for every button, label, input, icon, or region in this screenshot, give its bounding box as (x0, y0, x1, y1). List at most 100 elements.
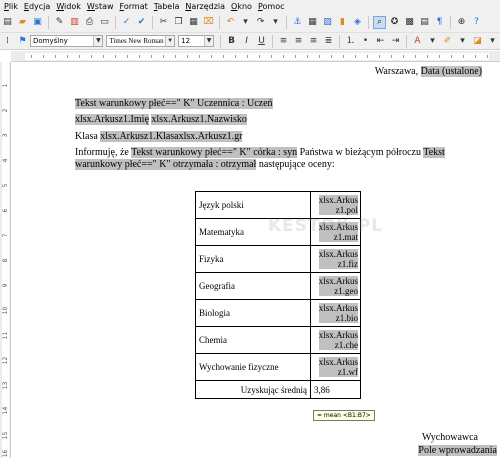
grade-cell[interactable]: xlsx.Arkus z1.che (310, 326, 361, 354)
redo-icon[interactable]: ↷ (255, 17, 266, 28)
date-field[interactable]: Data (ustalone) (420, 66, 482, 77)
format-paintbrush-icon[interactable]: ⌧ (203, 17, 214, 28)
background-color-dropdown-icon[interactable]: ▾ (487, 36, 498, 47)
table-row[interactable]: Biologia xlsx.Arkus z1.bio (195, 299, 361, 327)
inform-line-2[interactable]: warunkowy płeć==" K" otrzymała : otrzyma… (75, 159, 335, 170)
place-date-line[interactable]: Warszawa, Data (ustalone) (375, 66, 482, 77)
show-draw-functions-icon[interactable]: ◈ (352, 17, 363, 28)
menu-format[interactable]: Format (120, 2, 148, 11)
average-value[interactable]: 3,86 (310, 380, 361, 399)
help-icon[interactable]: ? (471, 17, 482, 28)
image-icon[interactable]: ▧ (322, 17, 333, 28)
undo-dropdown-icon[interactable]: ▾ (240, 17, 251, 28)
align-right-icon[interactable]: ≡ (308, 36, 319, 47)
grade-field[interactable]: xlsx.Arkus z1.pol (318, 195, 358, 215)
grade-cell[interactable]: xlsx.Arkus z1.geo (310, 272, 361, 300)
subject-cell[interactable]: Geografia (195, 272, 311, 300)
redo-dropdown-icon[interactable]: ▾ (270, 17, 281, 28)
subject-cell[interactable]: Fizyka (195, 245, 311, 273)
chevron-down-icon[interactable]: ▼ (165, 36, 175, 46)
highlight-icon[interactable]: ✐ (442, 36, 453, 47)
table-row[interactable]: Fizyka xlsx.Arkus z1.fiz (195, 245, 361, 273)
chart-icon[interactable]: ▮ (337, 17, 348, 28)
save-icon[interactable]: ▣ (32, 17, 43, 28)
conditional-text-field[interactable]: Tekst (423, 147, 445, 158)
menu-help[interactable]: Pomoc (258, 2, 285, 11)
open-icon[interactable]: ▰ (17, 17, 28, 28)
grade-field[interactable]: xlsx.Arkus z1.che (318, 330, 358, 350)
zoom-icon[interactable]: ⊕ (456, 17, 467, 28)
average-row[interactable]: Uzyskując średnią 3,86 (195, 380, 361, 399)
decrease-indent-icon[interactable]: ⇤ (375, 36, 386, 47)
signature-line[interactable]: Pole wprowadzania (418, 445, 497, 456)
grade-field[interactable]: xlsx.Arkus z1.geo (318, 276, 358, 296)
menu-edit[interactable]: Edycja (24, 2, 50, 11)
vertical-ruler[interactable]: 1 2 3 4 5 6 7 8 9 10 11 12 13 14 15 16 (0, 62, 11, 458)
find-replace-icon[interactable]: ⌕ (373, 16, 386, 29)
table-row[interactable]: Chemia xlsx.Arkus z1.che (195, 326, 361, 354)
table-row[interactable]: Wychowanie fizyczne xlsx.Arkus z1.wf (195, 353, 361, 381)
data-sources-icon[interactable]: ▤ (419, 17, 430, 28)
menu-insert[interactable]: Wstaw (87, 2, 114, 11)
grade-cell[interactable]: xlsx.Arkus z1.fiz (310, 245, 361, 273)
menu-file[interactable]: Plik (4, 2, 18, 11)
edit-document-icon[interactable]: ✎ (54, 17, 65, 28)
print-icon[interactable]: ⎙ (84, 17, 95, 28)
increase-indent-icon[interactable]: ⇥ (390, 36, 401, 47)
page-preview-icon[interactable]: ▭ (99, 17, 110, 28)
grade-field[interactable]: xlsx.Arkus z1.wf (318, 357, 358, 377)
bold-icon[interactable]: B (226, 36, 237, 47)
new-document-icon[interactable]: ▤ (2, 17, 13, 28)
grade-field[interactable]: xlsx.Arkus z1.fiz (318, 249, 358, 269)
font-color-dropdown-icon[interactable]: ▾ (427, 36, 438, 47)
class-field[interactable]: xlsx.Arkusz1.Klasaxlsx.Arkusz1.gr (100, 131, 243, 142)
menu-view[interactable]: Widok (56, 2, 81, 11)
bullets-icon[interactable]: • (360, 36, 371, 47)
conditional-text-field[interactable]: Tekst warunkowy płeć==" K" córka : syn (131, 147, 298, 158)
input-field[interactable]: Pole wprowadzania (418, 445, 497, 456)
salutation-line[interactable]: Tekst warunkowy płeć==" K" Uczennica : U… (75, 98, 273, 109)
name-line[interactable]: xlsx.Arkusz1.Imię xlsx.Arkusz1.Nazwisko (75, 114, 247, 125)
grade-cell[interactable]: xlsx.Arkus z1.pol (310, 191, 361, 219)
inform-line[interactable]: Informuję, że Tekst warunkowy płeć==" K"… (75, 147, 445, 158)
justify-icon[interactable]: ≣ (323, 36, 334, 47)
italic-icon[interactable]: I (241, 36, 252, 47)
table-row[interactable]: Geografia xlsx.Arkus z1.geo (195, 272, 361, 300)
horizontal-ruler[interactable] (11, 51, 500, 62)
underline-icon[interactable]: U (256, 36, 267, 47)
menu-window[interactable]: Okno (231, 2, 252, 11)
numbering-icon[interactable]: ⒈ (345, 36, 356, 47)
subject-cell[interactable]: Język polski (195, 191, 311, 219)
chevron-down-icon[interactable]: ▼ (93, 36, 103, 46)
formatting-marks-icon[interactable]: ¶ (434, 17, 445, 28)
styles-icon[interactable]: ⚑ (17, 36, 28, 47)
menu-tools[interactable]: Narzędzia (185, 2, 225, 11)
table-icon[interactable]: ▦ (307, 17, 318, 28)
autocheck-icon[interactable]: ✔ (136, 17, 147, 28)
subject-cell[interactable]: Wychowanie fizyczne (195, 353, 311, 381)
paste-icon[interactable]: ▦ (188, 17, 199, 28)
grade-cell[interactable]: xlsx.Arkus z1.bio (310, 299, 361, 327)
font-color-icon[interactable]: A (412, 36, 423, 47)
background-color-icon[interactable]: ◪ (472, 36, 483, 47)
font-size-select[interactable]: 12 ▼ (178, 35, 215, 47)
grade-cell[interactable]: xlsx.Arkus z1.wf (310, 353, 361, 381)
first-name-field[interactable]: xlsx.Arkusz1.Imię (75, 114, 149, 125)
paragraph-style-select[interactable]: Domyślny ▼ (30, 35, 104, 47)
center-icon[interactable]: ≡ (293, 36, 304, 47)
spellcheck-icon[interactable]: ✓ (121, 17, 132, 28)
class-line[interactable]: Klasa xlsx.Arkusz1.Klasaxlsx.Arkusz1.gr (75, 131, 243, 142)
grade-field[interactable]: xlsx.Arkus z1.bio (318, 303, 358, 323)
undo-icon[interactable]: ↶ (225, 17, 236, 28)
align-left-icon[interactable]: ≡ (278, 36, 289, 47)
conditional-text-field[interactable]: warunkowy płeć==" K" otrzymała : otrzyma… (75, 159, 257, 170)
chevron-down-icon[interactable]: ▼ (204, 36, 214, 46)
cut-icon[interactable]: ✂ (158, 17, 169, 28)
pdf-export-icon[interactable]: ▥ (69, 17, 80, 28)
subject-cell[interactable]: Biologia (195, 299, 311, 327)
conditional-text-field[interactable]: Tekst warunkowy płeć==" K" Uczennica : U… (75, 98, 273, 109)
subject-cell[interactable]: Chemia (195, 326, 311, 354)
font-name-select[interactable]: Times New Roman ▼ (106, 35, 176, 47)
copy-icon[interactable]: ❐ (173, 17, 184, 28)
table-row[interactable]: Język polski xlsx.Arkus z1.pol (195, 191, 361, 219)
